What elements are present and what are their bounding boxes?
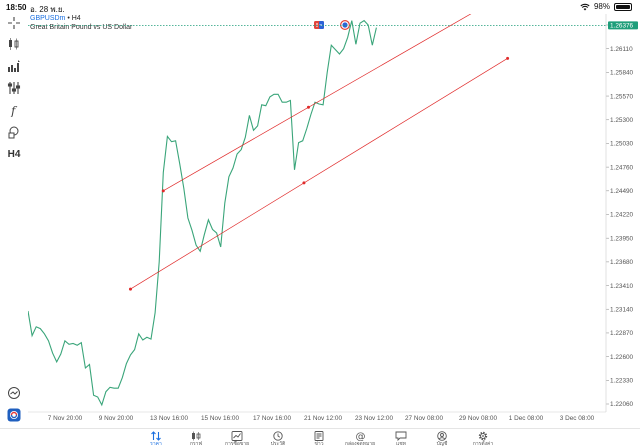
- current-price-label: 1.26376: [610, 23, 634, 30]
- y-tick-label: 1.22060: [610, 401, 634, 408]
- nav-trade-label: การซื้อขาย: [224, 441, 250, 447]
- channel-anchor-point[interactable]: [506, 56, 510, 60]
- candles-icon: [190, 430, 202, 441]
- y-tick-label: 1.23410: [610, 283, 634, 290]
- nav-chat[interactable]: แชท: [381, 429, 421, 447]
- x-tick-label: 27 Nov 08:00: [405, 415, 443, 422]
- trade-chart-icon: [231, 430, 243, 441]
- y-tick-label: 1.22330: [610, 378, 634, 385]
- y-tick-label: 1.24490: [610, 188, 634, 195]
- nav-account-label: บัญชี: [436, 441, 448, 447]
- nav-chart[interactable]: กราฟ: [176, 429, 216, 447]
- nav-trade[interactable]: การซื้อขาย: [217, 429, 257, 447]
- nav-quotes[interactable]: ราคา: [136, 429, 176, 447]
- battery-level: [616, 4, 630, 9]
- x-tick-label: 15 Nov 16:00: [201, 415, 239, 422]
- history-icon: [272, 430, 284, 441]
- y-tick-label: 1.25570: [610, 93, 634, 100]
- channel-anchor-point[interactable]: [306, 105, 310, 109]
- x-tick-label: 29 Nov 08:00: [459, 415, 497, 422]
- nav-chart-label: กราฟ: [189, 441, 203, 447]
- nav-mailbox-label: กล่องจดหมาย: [344, 441, 376, 447]
- y-tick-label: 1.25840: [610, 70, 634, 77]
- x-tick-label: 21 Nov 12:00: [304, 415, 342, 422]
- nav-history-label: ประวัติ: [270, 441, 286, 447]
- account-icon: [436, 430, 448, 441]
- x-tick-label: 23 Nov 12:00: [355, 415, 393, 422]
- channel-anchor-point[interactable]: [161, 189, 165, 193]
- status-time: 18:50: [6, 3, 27, 12]
- x-tick-label: 1 Dec 08:00: [509, 415, 544, 422]
- bottom-nav: ราคา กราฟ การซื้อขาย ประวัติ ข่าว @ กล่อ…: [0, 428, 640, 447]
- y-tick-label: 1.26110: [610, 46, 633, 53]
- timeframe-label: H4: [7, 148, 21, 160]
- function-icon[interactable]: f: [5, 101, 23, 119]
- status-right: 98%: [580, 2, 632, 11]
- nav-chat-label: แชท: [396, 441, 406, 447]
- y-tick-label: 1.25030: [610, 141, 634, 148]
- nav-settings[interactable]: การตั้งค่า: [463, 429, 503, 447]
- mt5-app-icon[interactable]: [5, 406, 23, 424]
- price-chart[interactable]: 1.263801.261101.258401.255701.253001.250…: [28, 14, 640, 424]
- chat-icon: [395, 430, 407, 441]
- y-tick-label: 1.22600: [610, 354, 634, 361]
- volume-bars-icon[interactable]: [5, 57, 23, 75]
- crosshair-icon[interactable]: [5, 14, 23, 32]
- price-series-line: [28, 19, 377, 407]
- nav-settings-label: การตั้งค่า: [472, 441, 494, 447]
- wifi-icon: [580, 3, 590, 11]
- y-tick-label: 1.23140: [610, 306, 634, 313]
- x-tick-label: 13 Nov 16:00: [150, 415, 188, 422]
- x-tick-label: 7 Nov 20:00: [48, 415, 83, 422]
- nav-account[interactable]: บัญชี: [422, 429, 462, 447]
- left-toolbar: f H4: [0, 14, 28, 424]
- arrows-updown-icon: [150, 430, 162, 441]
- nav-news[interactable]: ข่าว: [299, 429, 339, 447]
- channel-anchor-point[interactable]: [302, 181, 306, 185]
- y-tick-label: 1.22870: [610, 330, 634, 337]
- x-tick-label: 17 Nov 16:00: [253, 415, 291, 422]
- mail-at-icon: @: [354, 430, 366, 441]
- channel-lower-line[interactable]: [130, 58, 508, 290]
- battery-icon: [614, 2, 632, 11]
- status-bar: 18:50 อ. 28 พ.ย. 98%: [0, 0, 640, 14]
- x-tick-label: 9 Nov 20:00: [99, 415, 134, 422]
- settings-gear-icon: [477, 430, 489, 441]
- y-tick-label: 1.25300: [610, 117, 634, 124]
- nav-quotes-label: ราคา: [150, 441, 162, 447]
- channel-anchor-point[interactable]: [128, 287, 132, 291]
- y-tick-label: 1.24760: [610, 164, 634, 171]
- nav-history[interactable]: ประวัติ: [258, 429, 298, 447]
- svg-text:f: f: [10, 104, 18, 117]
- shapes-icon[interactable]: [5, 123, 23, 141]
- nav-news-label: ข่าว: [314, 441, 324, 447]
- timeframe-button[interactable]: H4: [5, 145, 23, 163]
- y-tick-label: 1.23680: [610, 259, 634, 266]
- indicators-icon[interactable]: [5, 35, 23, 53]
- crosshair-target-icon[interactable]: [5, 384, 23, 402]
- nav-mailbox[interactable]: @ กล่องจดหมาย: [340, 429, 380, 447]
- channel-upper-line[interactable]: [163, 14, 479, 192]
- y-tick-label: 1.23950: [610, 235, 634, 242]
- settings-sliders-icon[interactable]: [5, 79, 23, 97]
- news-icon: [313, 430, 325, 441]
- chart-area[interactable]: GBPUSDm • H4 Great Britain Pound vs US D…: [28, 14, 640, 424]
- y-tick-label: 1.24220: [610, 212, 634, 219]
- x-tick-label: 3 Dec 08:00: [560, 415, 595, 422]
- svg-text:@: @: [356, 431, 366, 441]
- battery-percent: 98%: [593, 2, 610, 11]
